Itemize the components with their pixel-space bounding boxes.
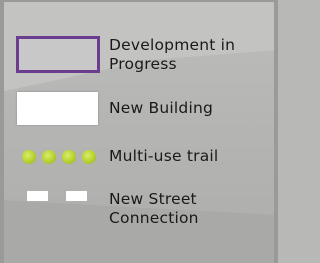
new-street-label: New Street Connection [109,190,199,228]
trail-dot [42,150,56,164]
development-label: Development in Progress [109,36,235,74]
new-building-symbol [17,92,98,125]
street-dash [66,191,87,201]
map-legend: Development in Progress New Building Mul… [0,0,278,263]
new-building-label: New Building [109,99,214,117]
development-label-line1: Development in [109,36,236,54]
trail-dot [82,150,96,164]
trail-dot [62,150,76,164]
development-in-progress-symbol [16,36,100,73]
new-street-label-line2: Connection [109,209,199,227]
trail-dot [22,150,36,164]
new-street-connection-symbol [27,191,97,201]
street-dash [27,191,48,201]
new-street-label-line1: New Street [109,190,197,208]
development-label-line2: Progress [109,55,177,73]
multi-use-trail-label: Multi-use trail [109,147,219,165]
multi-use-trail-symbol [22,149,102,165]
